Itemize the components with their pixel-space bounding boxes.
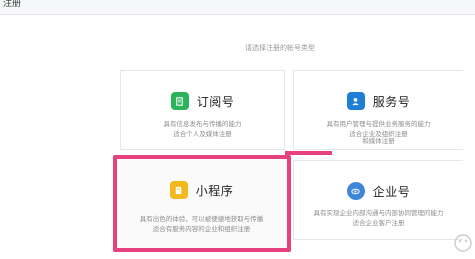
- account-type-prompt: 请选择注册的帐号类型: [245, 44, 315, 52]
- enterprise-icon: [346, 182, 365, 200]
- card-title: 企业号: [372, 184, 411, 199]
- card-description: 具有出色的体验，可以被便捷地获取与传播 适合有服务内容的企业和组织注册: [116, 214, 287, 234]
- card-header: 小程序: [116, 181, 287, 199]
- document-icon: [170, 92, 189, 110]
- enterprise-account-card[interactable]: 企业号 具有实现企业内部沟通与内部协同管理的能力 适合企业客户注册: [293, 160, 463, 240]
- description-line: 适合个人及媒体注册: [173, 130, 232, 138]
- card-title: 服务号: [372, 94, 411, 109]
- mini-program-card[interactable]: 小程序 具有出色的体验，可以被便捷地获取与传播 适合有服务内容的企业和组织注册: [115, 158, 288, 250]
- description-line: 具有用户管理与提供业务服务的能力: [326, 120, 431, 128]
- user-icon: [346, 92, 365, 110]
- page-title: 注册: [3, 0, 22, 9]
- service-account-card[interactable]: 服务号 具有用户管理与提供业务服务的能力 适合企业及组织注册 和媒体注册: [293, 70, 463, 150]
- description-line: 具有信息发布与传播的能力: [163, 120, 242, 128]
- description-line: 适合有服务内容的企业和组织注册: [152, 225, 251, 233]
- card-title: 小程序: [195, 183, 234, 198]
- mini-program-icon: [169, 181, 188, 199]
- card-title: 订阅号: [196, 94, 235, 109]
- description-line: 和媒体注册: [362, 137, 395, 145]
- card-header: 企业号: [294, 182, 463, 200]
- card-header: 服务号: [294, 92, 463, 110]
- card-description: 具有信息发布与传播的能力 适合个人及媒体注册: [121, 119, 284, 139]
- top-bar: 注册: [0, 0, 475, 15]
- card-header: 订阅号: [121, 92, 284, 110]
- card-description: 具有实现企业内部沟通与内部协同管理的能力 适合企业客户注册: [294, 208, 463, 228]
- highlight-annotation-stroke: [285, 151, 332, 155]
- description-line: 适合企业客户注册: [352, 219, 405, 227]
- card-description: 具有用户管理与提供业务服务的能力 适合企业及组织注册 和媒体注册: [294, 119, 463, 146]
- description-line: 具有实现企业内部沟通与内部协同管理的能力: [313, 209, 444, 217]
- watermark-icon: [454, 234, 472, 252]
- subscription-account-card[interactable]: 订阅号 具有信息发布与传播的能力 适合个人及媒体注册: [120, 70, 285, 150]
- description-line: 具有出色的体验，可以被便捷地获取与传播: [139, 215, 264, 223]
